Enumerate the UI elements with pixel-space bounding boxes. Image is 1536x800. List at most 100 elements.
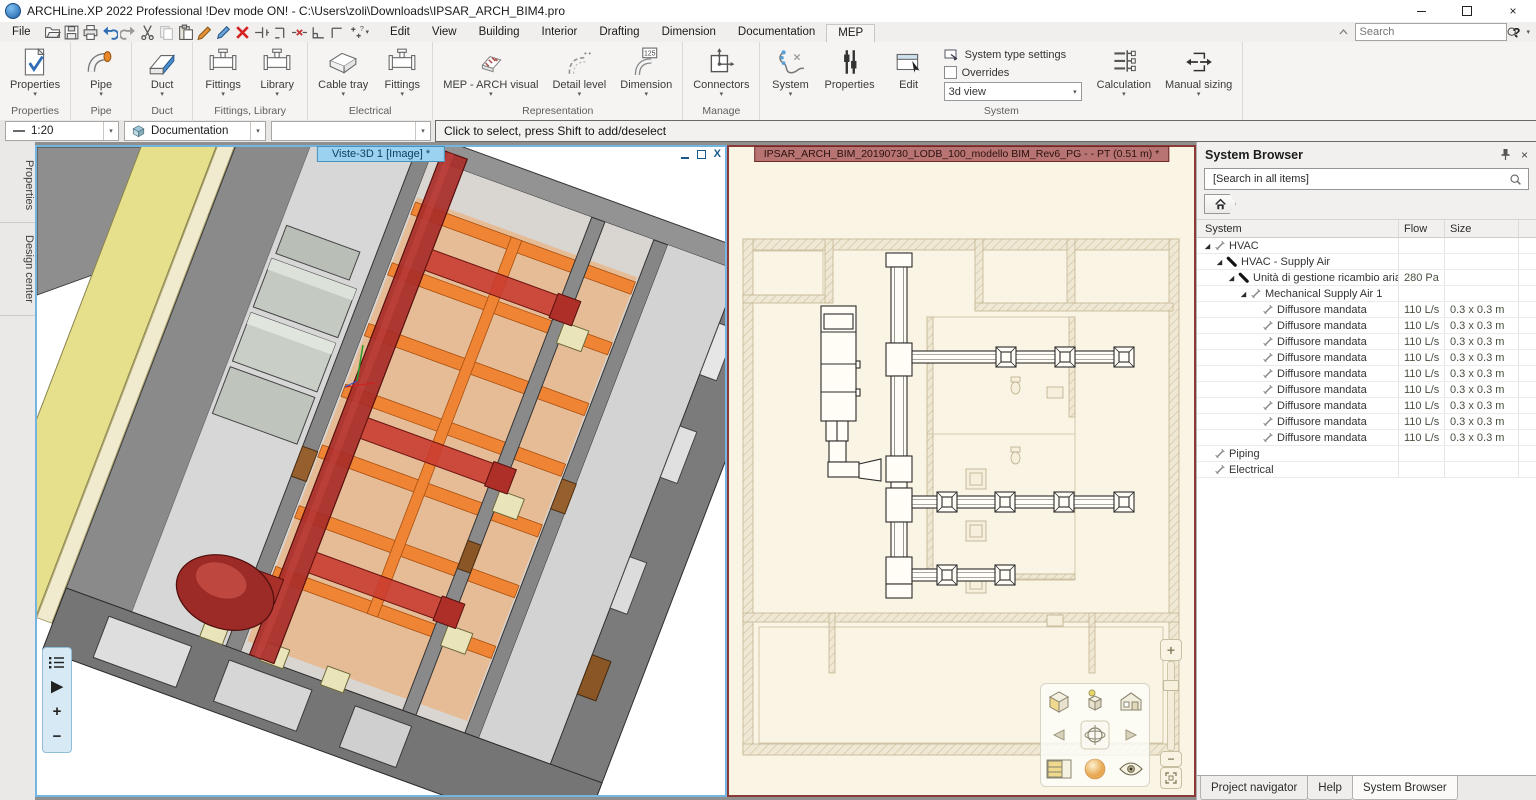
tree-row[interactable]: Mechanical Supply Air 1 xyxy=(1197,286,1536,302)
home-button[interactable] xyxy=(1204,194,1236,214)
system-type-settings-button[interactable]: System type settings xyxy=(944,47,1082,63)
panel-close-icon[interactable]: × xyxy=(1521,148,1528,162)
elevation-view-icon[interactable] xyxy=(1046,759,1072,779)
column-system[interactable]: System xyxy=(1197,220,1399,237)
ribbon-button-duct[interactable]: Duct ▾ xyxy=(135,44,189,103)
tree-row[interactable]: HVAC - Supply Air xyxy=(1197,254,1536,270)
ribbon-button-library[interactable]: Library ▾ xyxy=(250,44,304,103)
axonometric-view-icon[interactable] xyxy=(1046,689,1072,713)
tree-row[interactable]: Diffusore mandata110 L/s0.3 x 0.3 m xyxy=(1197,414,1536,430)
ribbon-button-dimension[interactable]: 125 Dimension ▾ xyxy=(613,44,679,103)
tree-row[interactable]: HVAC xyxy=(1197,238,1536,254)
maximize-button[interactable] xyxy=(1444,0,1490,22)
ribbon-button-manual-sizing[interactable]: Manual sizing ▾ xyxy=(1158,44,1239,103)
rotate-left-icon[interactable] xyxy=(1050,728,1068,742)
tree-row[interactable]: Diffusore mandata110 L/s0.3 x 0.3 m xyxy=(1197,366,1536,382)
redo-icon[interactable] xyxy=(119,23,138,41)
filter-dropdown-icon[interactable]: ▾ xyxy=(415,122,430,140)
play-icon[interactable]: ▶ xyxy=(51,680,63,694)
tree-row[interactable]: Diffusore mandata110 L/s0.3 x 0.3 m xyxy=(1197,318,1536,334)
expand-triangle-icon[interactable] xyxy=(1237,289,1248,299)
tree-row[interactable]: Unità di gestione ricambio aria280 Pa xyxy=(1197,270,1536,286)
snap-angle-icon[interactable] xyxy=(328,23,347,41)
menu-item-documentation[interactable]: Documentation xyxy=(727,24,826,40)
tree-row[interactable]: Diffusore mandata110 L/s0.3 x 0.3 m xyxy=(1197,350,1536,366)
menu-item-interior[interactable]: Interior xyxy=(531,24,589,40)
viewport-minimize-icon[interactable] xyxy=(681,157,689,159)
file-menu[interactable]: File xyxy=(0,26,43,38)
menu-item-building[interactable]: Building xyxy=(468,24,531,40)
snap-distance-icon[interactable] xyxy=(252,23,271,41)
view-list-icon[interactable] xyxy=(49,656,65,669)
help-dropdown-icon[interactable]: ▾ xyxy=(1526,28,1530,36)
paste-icon[interactable] xyxy=(176,23,195,41)
delete-icon[interactable] xyxy=(233,23,252,41)
snap-dropdown-icon[interactable]: ▾ xyxy=(366,28,370,36)
snap-corner-icon[interactable] xyxy=(271,23,290,41)
panel-tab-system-browser[interactable]: System Browser xyxy=(1352,776,1458,800)
menu-item-mep[interactable]: MEP xyxy=(826,24,875,42)
visibility-eye-icon[interactable] xyxy=(1118,761,1144,777)
home-view-icon[interactable] xyxy=(1118,689,1144,713)
viewport-maximize-icon[interactable] xyxy=(697,150,706,159)
overrides-checkbox-row[interactable]: Overrides xyxy=(944,66,1082,79)
scale-dropdown-icon[interactable]: ▾ xyxy=(103,122,118,140)
zoom-handle[interactable] xyxy=(1163,680,1179,691)
view-select[interactable]: 3d view ▾ xyxy=(944,82,1082,101)
ribbon-button-mep-arch-visual[interactable]: MEP - ARCH visual ▾ xyxy=(436,44,545,103)
open-icon[interactable] xyxy=(43,23,62,41)
ribbon-button-calculation[interactable]: Calculation ▾ xyxy=(1090,44,1158,103)
column-flow[interactable]: Flow xyxy=(1399,220,1445,237)
ribbon-button-fittings[interactable]: Fittings ▾ xyxy=(375,44,429,103)
orbit-icon[interactable] xyxy=(1080,720,1110,750)
ribbon-button-properties[interactable]: Properties xyxy=(817,44,881,103)
system-search-input[interactable] xyxy=(1211,172,1509,186)
pin-icon[interactable] xyxy=(1500,148,1511,161)
menu-item-drafting[interactable]: Drafting xyxy=(588,24,650,40)
viewport-2d-title[interactable]: IPSAR_ARCH_BIM_20190730_LODB_100_modello… xyxy=(754,146,1170,162)
side-tab-properties[interactable]: Properties xyxy=(0,148,35,223)
zoom-out-button[interactable]: − xyxy=(1160,751,1182,767)
ribbon-button-system[interactable]: System ▾ xyxy=(763,44,817,103)
print-icon[interactable] xyxy=(81,23,100,41)
collapse-ribbon-icon[interactable] xyxy=(1338,27,1349,38)
tree-row[interactable]: Diffusore mandata110 L/s0.3 x 0.3 m xyxy=(1197,302,1536,318)
tree-row[interactable]: Diffusore mandata110 L/s0.3 x 0.3 m xyxy=(1197,382,1536,398)
menu-item-dimension[interactable]: Dimension xyxy=(651,24,727,40)
search-input[interactable] xyxy=(1356,26,1506,38)
cut-icon[interactable] xyxy=(138,23,157,41)
zoom-in-icon[interactable]: + xyxy=(53,705,62,719)
undo-icon[interactable] xyxy=(100,23,119,41)
snap-perpendicular-icon[interactable] xyxy=(309,23,328,41)
ribbon-button-detail-level[interactable]: Detail level ▾ xyxy=(545,44,613,103)
overrides-checkbox[interactable] xyxy=(944,66,957,79)
minimize-button[interactable] xyxy=(1398,0,1444,22)
viewport-close-icon[interactable]: X xyxy=(714,149,721,160)
tree-row[interactable]: Diffusore mandata110 L/s0.3 x 0.3 m xyxy=(1197,334,1536,350)
scale-combo[interactable]: 1:20 ▾ xyxy=(5,121,119,141)
tree-row[interactable]: Piping xyxy=(1197,446,1536,462)
viewport-3d-title[interactable]: Viste-3D 1 [Image] * xyxy=(317,146,445,162)
zoom-track[interactable] xyxy=(1167,661,1175,751)
viewport-3d[interactable]: Viste-3D 1 [Image] * X xyxy=(35,145,727,797)
perspective-view-icon[interactable] xyxy=(1083,689,1107,713)
tree-row[interactable]: Electrical xyxy=(1197,462,1536,478)
help-button[interactable]: ? xyxy=(1513,25,1521,40)
ribbon-button-cable-tray[interactable]: Cable tray ▾ xyxy=(311,44,375,103)
brush-icon[interactable] xyxy=(195,23,214,41)
side-tab-design-center[interactable]: Design center xyxy=(0,223,35,316)
save-icon[interactable] xyxy=(62,23,81,41)
view-mode-dropdown-icon[interactable]: ▾ xyxy=(250,122,265,140)
panel-tab-help[interactable]: Help xyxy=(1307,776,1353,800)
render-sphere-icon[interactable] xyxy=(1083,757,1107,781)
coordinate-input-icon[interactable]: ? xyxy=(347,23,366,41)
expand-triangle-icon[interactable] xyxy=(1225,273,1236,283)
expand-triangle-icon[interactable] xyxy=(1213,257,1224,267)
view-mode-combo[interactable]: Documentation ▾ xyxy=(124,121,266,141)
expand-triangle-icon[interactable] xyxy=(1201,241,1212,251)
ribbon-button-pipe[interactable]: Pipe ▾ xyxy=(74,44,128,103)
zoom-out-icon[interactable]: − xyxy=(53,730,62,744)
filter-combo[interactable]: ▾ xyxy=(271,121,431,141)
tree-row[interactable]: Diffusore mandata110 L/s0.3 x 0.3 m xyxy=(1197,430,1536,446)
search-icon[interactable] xyxy=(1509,173,1522,186)
